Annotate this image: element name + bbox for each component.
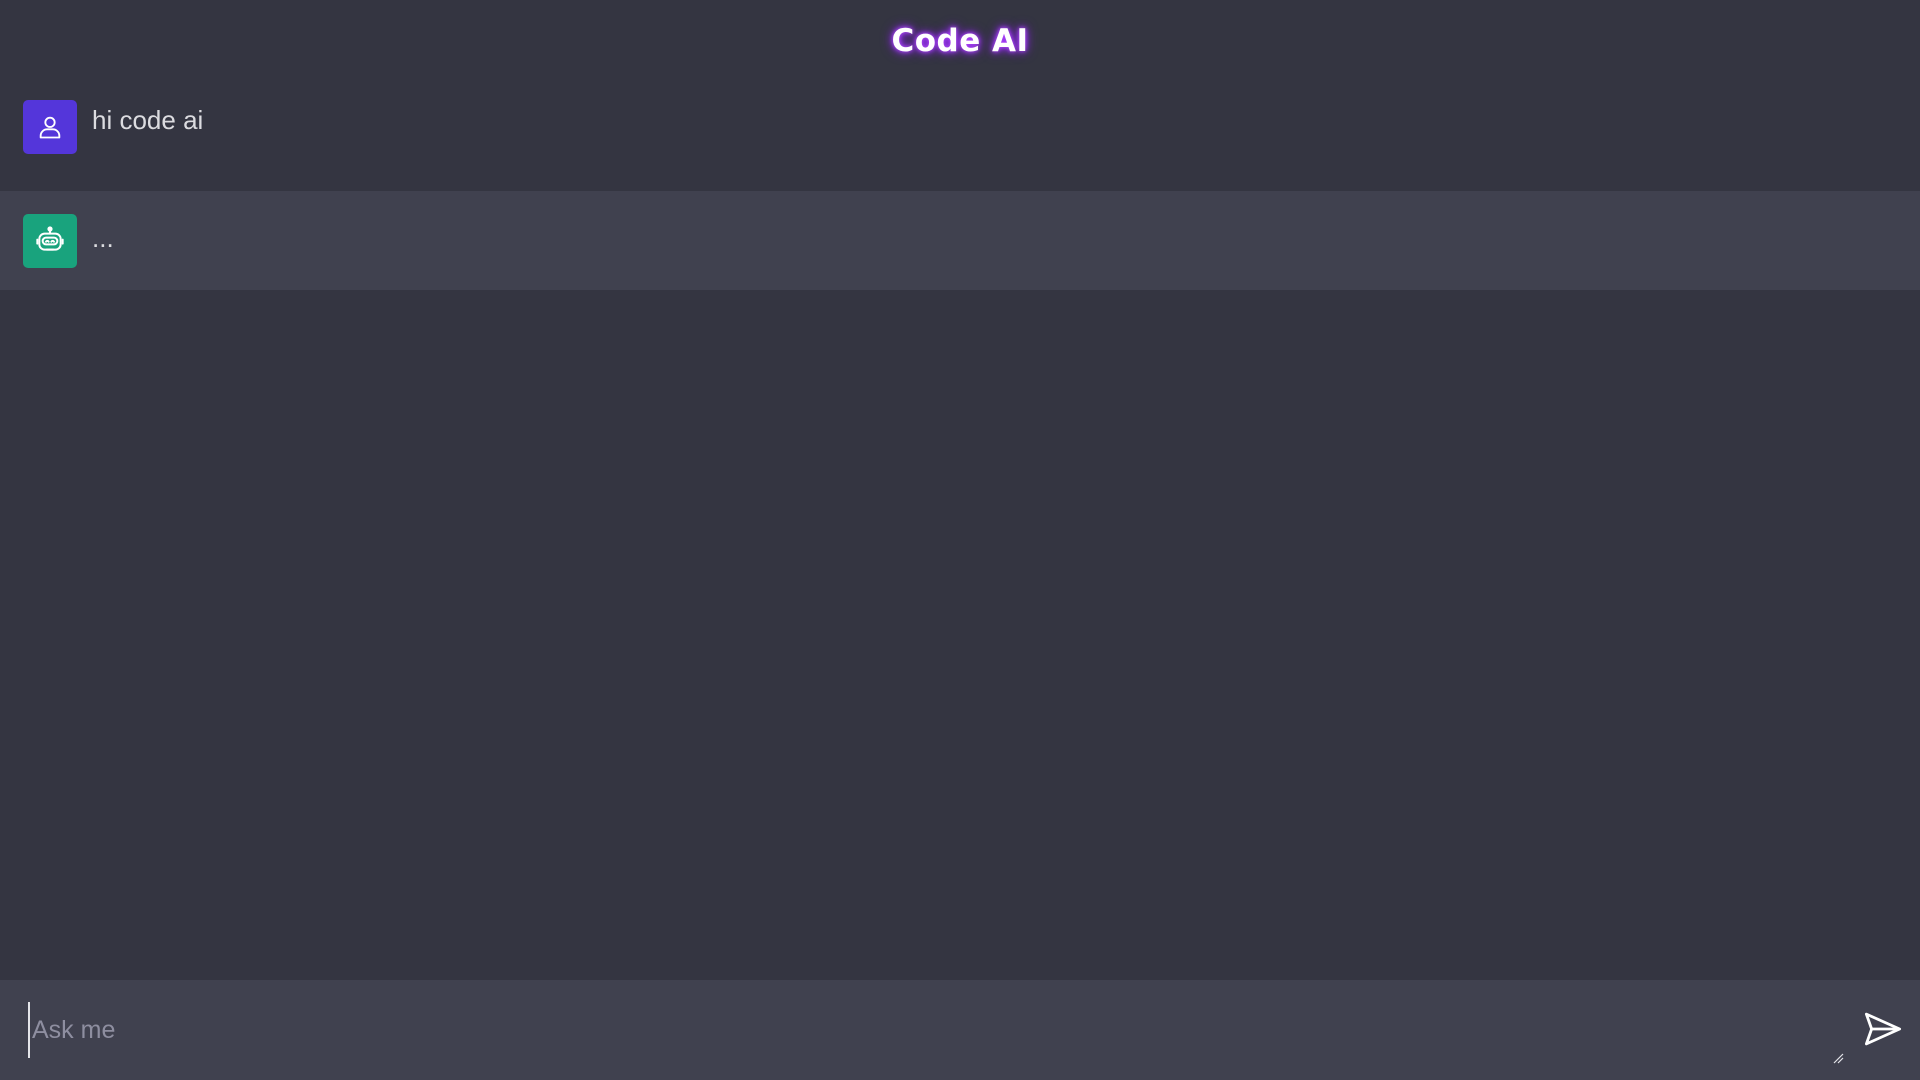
user-message: hi code ai (0, 78, 1920, 191)
chat-log: hi code ai ... (0, 78, 1920, 290)
chat-app: Code AI hi code ai ... Ask me (0, 0, 1920, 1080)
prompt-input[interactable] (28, 1002, 1838, 1058)
user-message-text: hi code ai (92, 105, 204, 135)
bot-message: ... (0, 191, 1920, 290)
composer (0, 980, 1920, 1080)
bot-message-text: ... (92, 223, 114, 253)
send-button[interactable] (1862, 1008, 1904, 1050)
robot-icon (36, 226, 64, 251)
resize-handle-icon[interactable] (1832, 1052, 1844, 1064)
send-icon (1864, 1012, 1902, 1046)
bot-avatar (23, 214, 77, 268)
page-title: Code AI (891, 23, 1029, 59)
header: Code AI (0, 0, 1920, 82)
user-icon (39, 116, 61, 139)
user-avatar (23, 100, 77, 154)
